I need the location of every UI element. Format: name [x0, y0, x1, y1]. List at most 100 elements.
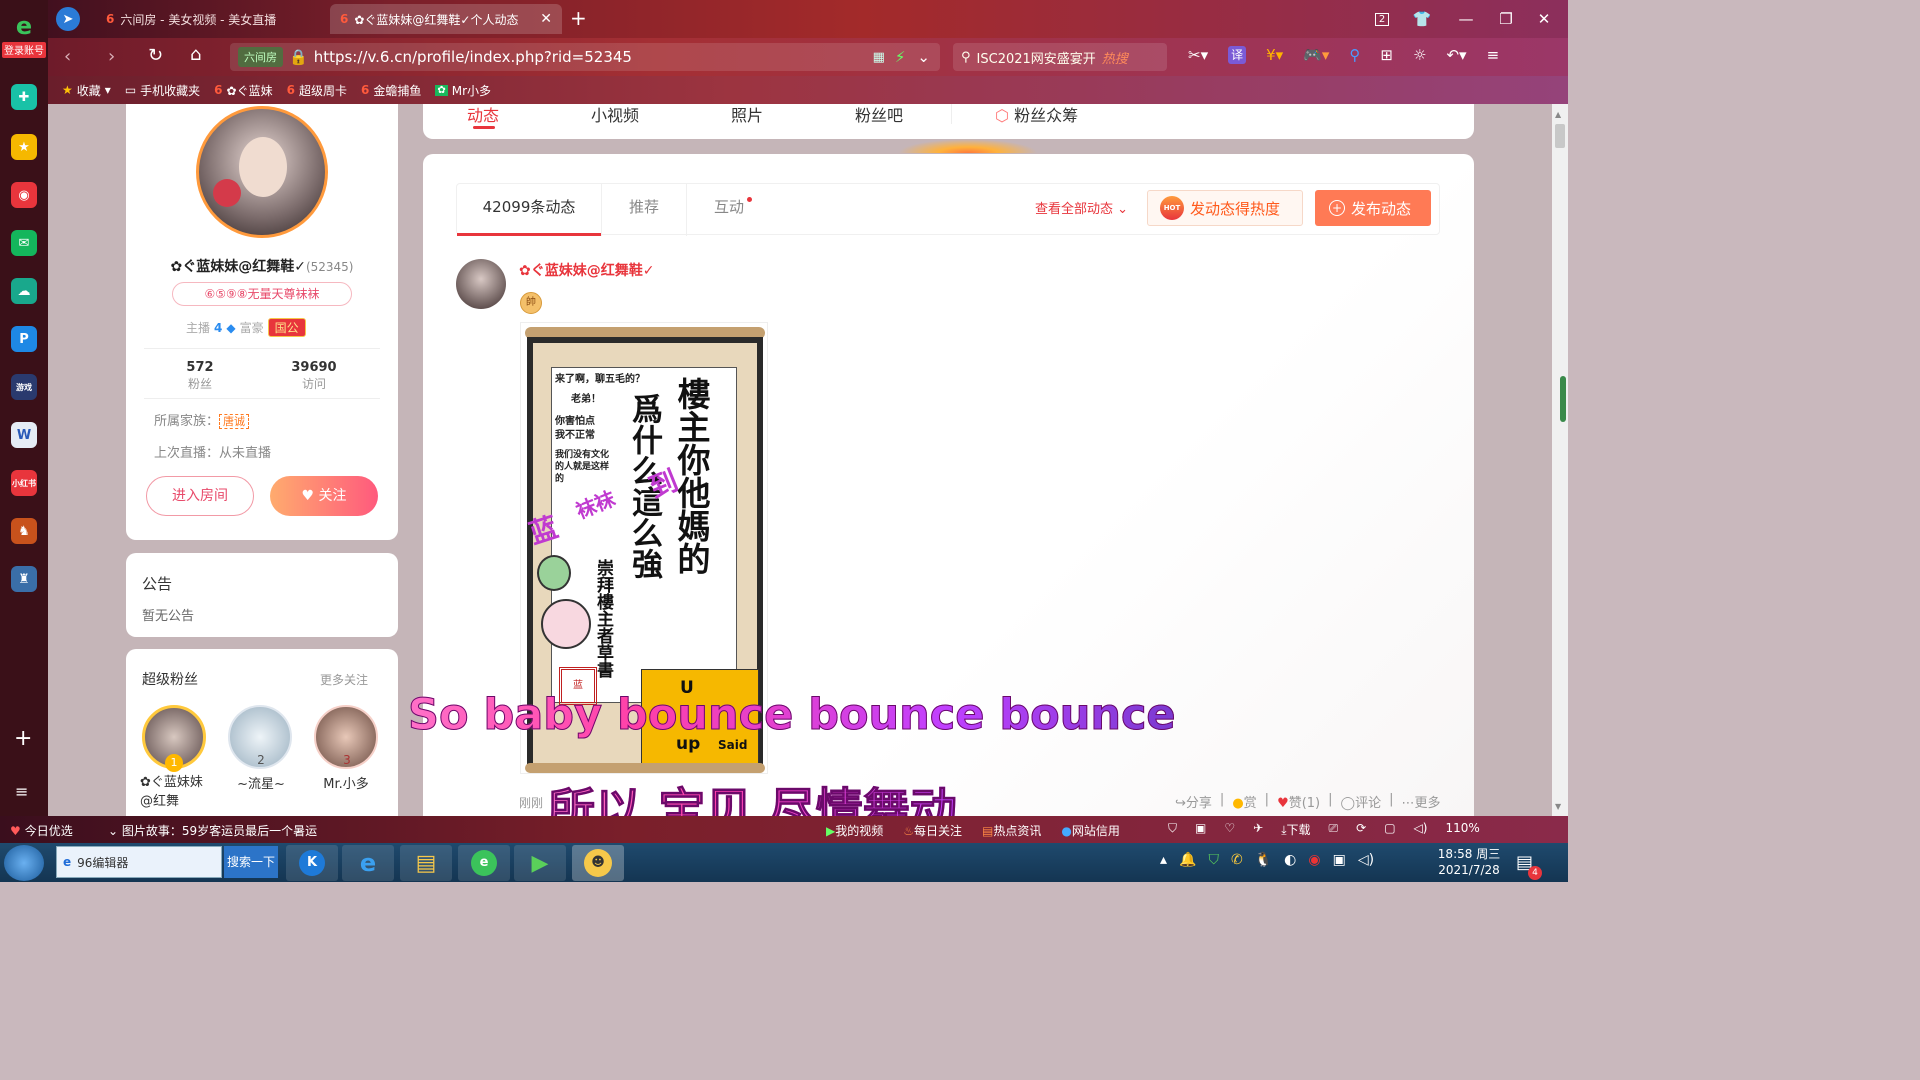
undo-icon[interactable]: ↶▾ [1446, 46, 1466, 64]
shield-tray-icon[interactable]: ⛉ [1208, 852, 1219, 868]
today-picks[interactable]: ♥ 今日优选 [10, 822, 73, 839]
window-icon[interactable]: ▢ [1384, 821, 1395, 838]
weibo-icon[interactable]: ◉ [11, 182, 37, 208]
visits-stat[interactable]: 39690 访问 [282, 360, 346, 392]
taskbar-search-button[interactable]: 搜索一下 [224, 846, 278, 878]
bookmark-lanmeimei[interactable]: 6 ✿ぐ蓝妹 [214, 82, 272, 99]
image-icon[interactable]: ▣ [1195, 821, 1206, 838]
hot-news-link[interactable]: ▤热点资讯 [982, 822, 1041, 839]
minimize-button[interactable]: — [1452, 6, 1480, 32]
cloud-icon[interactable]: ☁ [11, 278, 37, 304]
fan-avatar-1[interactable]: 1 [142, 705, 206, 772]
sun-icon[interactable]: ☼ [1413, 46, 1426, 64]
chevron-down-icon[interactable]: ⌄ [917, 48, 930, 66]
network-icon[interactable]: ▣ [1333, 852, 1346, 868]
back-button[interactable]: ‹ [64, 46, 71, 67]
lightning-icon[interactable]: ⚡ [895, 48, 906, 66]
cast-icon[interactable]: ⎚ [1329, 821, 1339, 838]
family-badge[interactable]: 唐诚 [219, 414, 250, 429]
bookmark-weekly-card[interactable]: 6 超级周卡 [287, 82, 347, 99]
translate-icon[interactable]: 译 [1228, 46, 1247, 64]
tab-photos[interactable]: 照片 [731, 104, 763, 126]
qq-tray-icon[interactable]: 🐧 [1255, 852, 1272, 868]
refresh-button[interactable]: ↻ [148, 45, 163, 66]
tab-all-posts[interactable]: 42099条动态 [457, 184, 601, 236]
wechat-tray-icon[interactable]: ✆ [1231, 852, 1243, 868]
menu-list-icon[interactable]: ≡ [15, 782, 28, 801]
tab-count-badge[interactable]: 2 [1374, 12, 1390, 26]
daily-focus-link[interactable]: ♨每日关注 [903, 822, 962, 839]
taskbar-explorer[interactable]: ▤ [400, 845, 452, 881]
taskbar-app-k[interactable]: K [286, 845, 338, 881]
fan-avatar-2[interactable]: 2 [228, 705, 292, 769]
qr-icon[interactable]: ▦ [873, 50, 885, 65]
more-menu-icon[interactable]: ≡ [1487, 46, 1500, 64]
refresh-icon[interactable]: ⟳ [1356, 821, 1366, 838]
fan-avatar-3[interactable]: 3 [314, 705, 378, 769]
taskbar-ie[interactable]: e [342, 845, 394, 881]
taskbar-browser-360[interactable]: e [458, 845, 510, 881]
site-credit-link[interactable]: ●网站信用 [1061, 822, 1120, 839]
scroll-up-arrow[interactable]: ▲ [1555, 110, 1561, 119]
game-icon-2[interactable]: ♞ [11, 518, 37, 544]
clock[interactable]: 18:58 周三 2021/7/28 [1432, 846, 1506, 878]
news-ticker[interactable]: ⌄ 图片故事：59岁客运员最后一个暑运 [108, 822, 317, 839]
qq-tray-icon-2[interactable]: ◐ [1284, 852, 1296, 868]
rocket-icon[interactable]: ✈ [1253, 821, 1263, 838]
enter-room-button[interactable]: 进入房间 [146, 476, 254, 516]
close-window-button[interactable]: ✕ [1530, 6, 1558, 32]
star-icon[interactable]: ★ [11, 134, 37, 160]
url-input[interactable]: 六间房 🔒 https://v.6.cn/profile/index.php?r… [230, 43, 940, 71]
scroll-thumb[interactable] [1555, 124, 1565, 148]
follow-button[interactable]: ♥ 关注 [270, 476, 378, 516]
bookmark-favorites[interactable]: ★ 收藏 ▾ [62, 82, 111, 99]
forward-button[interactable]: › [108, 46, 115, 67]
view-all-dropdown[interactable]: 查看全部动态 ⌄ [1035, 198, 1128, 217]
taskbar-app-active[interactable]: ☻ [572, 845, 624, 881]
scissors-icon[interactable]: ✂▾ [1188, 46, 1208, 64]
volume-icon[interactable]: ◁) [1414, 821, 1428, 838]
tab-crowdfunding[interactable]: ⬡ 粉丝众筹 [995, 104, 1078, 126]
home-button[interactable]: ⌂ [190, 44, 201, 65]
my-videos-link[interactable]: ▶我的视频 [826, 822, 883, 839]
more-follow-link[interactable]: 更多关注 [320, 671, 368, 688]
fan-badge[interactable]: ⑥⑤⑨⑧无量天尊袜袜 [172, 282, 352, 306]
like-action[interactable]: ♥赞(1) [1277, 792, 1320, 811]
profile-avatar[interactable] [196, 106, 328, 238]
tab-dynamics[interactable]: 动态 [467, 104, 499, 126]
bookmark-fishing[interactable]: 6 金蟾捕鱼 [361, 82, 421, 99]
heat-button[interactable]: HOT 发动态得热度 [1147, 190, 1303, 226]
zoom-level[interactable]: 110% [1445, 821, 1479, 838]
shirt-icon[interactable]: 👕 [1408, 6, 1436, 32]
grid-icon[interactable]: ⊞ [1380, 46, 1393, 64]
comment-action[interactable]: ◯评论 [1341, 792, 1382, 811]
share-action[interactable]: ↪分享 [1175, 792, 1212, 811]
fan-name-2[interactable]: ~流星~ [226, 773, 296, 792]
bookmark-mobile[interactable]: ▭ 手机收藏夹 [125, 82, 200, 99]
side-handle[interactable] [1560, 376, 1566, 422]
add-icon[interactable]: + [14, 726, 32, 751]
fan-name-3[interactable]: Mr.小多 [310, 773, 382, 792]
tab-fan-bar[interactable]: 粉丝吧 [855, 104, 903, 126]
gamepad-icon[interactable]: 🎮▾ [1303, 46, 1329, 64]
tab-profile-active[interactable]: 6 ✿ぐ蓝妹妹@红舞鞋✓个人动态 ✕ [330, 4, 562, 34]
red-app-icon[interactable]: 小红书 [11, 470, 37, 496]
shield-icon[interactable]: ⛉ [1168, 821, 1177, 838]
close-tab-icon[interactable]: ✕ [540, 11, 552, 27]
start-button[interactable] [4, 845, 44, 881]
page-scrollbar[interactable]: ▲ ▼ [1552, 104, 1568, 816]
publish-post-button[interactable]: + 发布动态 [1315, 190, 1431, 226]
post-author-avatar[interactable] [456, 259, 506, 309]
tray-expand-icon[interactable]: ▴ [1160, 852, 1167, 868]
fan-name-1[interactable]: ✿ぐ蓝妹妹@红舞 [140, 773, 210, 811]
post-author-name[interactable]: ✿ぐ蓝妹妹@红舞鞋✓ [519, 260, 654, 280]
restore-button[interactable]: ❐ [1492, 6, 1520, 32]
word-doc-icon[interactable]: W [11, 422, 37, 448]
login-account-button[interactable]: 登录账号 [2, 42, 46, 58]
p-app-icon[interactable]: P [11, 326, 37, 352]
fans-stat[interactable]: 572 粉丝 [170, 360, 230, 392]
tab-recommend[interactable]: 推荐 [602, 184, 686, 236]
download-link[interactable]: ⤓下载 [1281, 821, 1310, 838]
new-tab-button[interactable]: + [570, 6, 587, 30]
heart-outline-icon[interactable]: ♡ [1224, 821, 1235, 838]
